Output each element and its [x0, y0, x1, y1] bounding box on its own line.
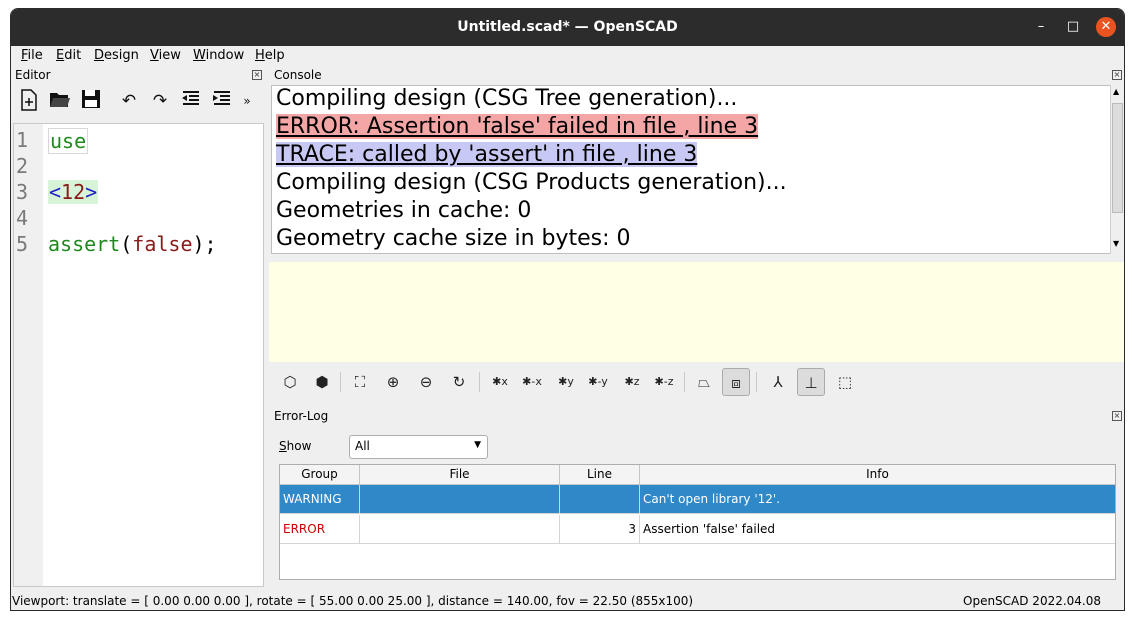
view-all-icon[interactable]: ⛶ [346, 368, 374, 396]
console-close-icon[interactable]: × [1112, 70, 1122, 80]
line-number: 4 [16, 206, 29, 230]
show-filter-select[interactable]: All ▼ [349, 435, 488, 459]
back-view-icon[interactable]: ✱-z [650, 368, 678, 396]
console-trace-line[interactable]: TRACE: called by 'assert' in file , line… [276, 142, 698, 167]
menu-bar: File Edit Design View Window Help [11, 46, 1124, 66]
render-icon[interactable]: ⬢ [308, 368, 336, 396]
line-number: 1 [16, 128, 29, 152]
console-title: Console [274, 68, 322, 82]
zoom-out-icon[interactable]: ⊖ [412, 368, 440, 396]
reset-view-icon[interactable]: ↻ [445, 368, 473, 396]
line-number: 2 [16, 154, 29, 178]
window-title: Untitled.scad* — OpenSCAD [457, 19, 678, 35]
title-bar[interactable]: Untitled.scad* — OpenSCAD – □ ✕ [11, 9, 1124, 46]
line-number: 5 [16, 232, 29, 256]
column-header-info[interactable]: Info [640, 465, 1115, 485]
error-log-close-icon[interactable]: × [1112, 411, 1122, 421]
code-line: <12> [48, 180, 99, 204]
console-line: Geometries in cache: 0 [276, 198, 532, 223]
axes-icon[interactable]: ⅄ [764, 368, 792, 396]
column-header-file[interactable]: File [360, 465, 560, 485]
code-line: use [48, 128, 89, 154]
undo-icon[interactable]: ↶ [117, 89, 141, 113]
preview-icon[interactable]: ⬡ [276, 368, 304, 396]
maximize-button[interactable]: □ [1063, 17, 1083, 37]
cell-line: 3 [560, 515, 640, 544]
main-window: Untitled.scad* — OpenSCAD – □ ✕ File Edi… [10, 8, 1125, 611]
open-file-icon[interactable] [48, 89, 72, 113]
console-line: Compiling design (CSG Products generatio… [276, 170, 787, 195]
cell-info: Assertion 'false' failed [643, 522, 776, 536]
editor-title: Editor [15, 68, 51, 82]
viewport-status: Viewport: translate = [ 0.00 0.00 0.00 ]… [12, 594, 694, 608]
perspective-icon[interactable]: ⏢ [690, 368, 718, 396]
line-number: 3 [16, 180, 29, 204]
line-number-gutter: 1 2 3 4 5 [14, 124, 43, 586]
front-view-icon[interactable]: ✱z [618, 368, 646, 396]
indent-icon[interactable] [210, 89, 234, 113]
scroll-down-icon[interactable]: ▼ [1113, 239, 1119, 248]
console-line: Geometry cache size in bytes: 0 [276, 226, 631, 251]
save-icon[interactable] [79, 89, 103, 113]
console-line: Compiling design (CSG Tree generation)..… [276, 86, 738, 111]
scroll-up-icon[interactable]: ▲ [1113, 87, 1119, 96]
unindent-icon[interactable] [179, 89, 203, 113]
console-scrollbar[interactable]: ▲ ▼ [1110, 85, 1124, 254]
new-file-icon[interactable] [17, 89, 41, 113]
orthogonal-icon[interactable]: ⧈ [722, 368, 750, 396]
cell-line [560, 485, 640, 514]
console-output[interactable]: Compiling design (CSG Tree generation)..… [271, 85, 1115, 254]
view-toolbar: ⬡ ⬢ ⛶ ⊕ ⊖ ↻ ✱x ✱-x ✱y ✱-y ✱z ✱-z ⏢ ⧈ ⅄ ⊥… [276, 368, 896, 398]
code-line: assert(false); [48, 232, 217, 256]
menu-file[interactable]: File [21, 48, 43, 63]
chevron-down-icon: ▼ [474, 440, 481, 450]
column-header-group[interactable]: Group [280, 465, 360, 485]
scroll-thumb[interactable] [1112, 103, 1123, 213]
menu-view[interactable]: View [150, 48, 181, 63]
toolbar-separator [340, 372, 341, 392]
show-label: Show [279, 439, 312, 453]
edges-icon[interactable]: ⬚ [831, 368, 859, 396]
menu-window[interactable]: Window [193, 48, 244, 63]
code-editor[interactable]: 1 2 3 4 5 use <12> assert(false); [13, 123, 264, 587]
redo-icon[interactable]: ↷ [148, 89, 172, 113]
editor-close-icon[interactable]: × [252, 70, 262, 80]
zoom-in-icon[interactable]: ⊕ [379, 368, 407, 396]
toolbar-separator [756, 372, 757, 392]
more-icon[interactable]: » [239, 89, 255, 113]
right-view-icon[interactable]: ✱x [486, 368, 514, 396]
error-log-table[interactable]: Group File Line Info WARNING Can't open … [279, 464, 1116, 580]
version-label: OpenSCAD 2022.04.08 [963, 594, 1102, 608]
console-error-line[interactable]: ERROR: Assertion 'false' failed in file … [276, 114, 759, 139]
cell-info: Can't open library '12'. [643, 492, 781, 506]
minimize-button[interactable]: – [1031, 17, 1051, 37]
show-filter-value: All [355, 439, 370, 453]
bottom-view-icon[interactable]: ✱-y [584, 368, 612, 396]
left-view-icon[interactable]: ✱-x [518, 368, 546, 396]
top-view-icon[interactable]: ✱y [552, 368, 580, 396]
column-header-line[interactable]: Line [560, 465, 640, 485]
toolbar-separator [684, 372, 685, 392]
error-log-title: Error-Log [274, 409, 329, 423]
table-row[interactable]: ERROR 3 Assertion 'false' failed [280, 515, 1115, 544]
cell-file [360, 515, 560, 544]
cell-file [360, 485, 560, 514]
menu-edit[interactable]: Edit [56, 48, 81, 63]
scale-markers-icon[interactable]: ⊥ [797, 368, 825, 396]
cell-group: ERROR [280, 515, 360, 544]
table-row[interactable]: WARNING Can't open library '12'. [280, 485, 1115, 514]
toolbar-separator [479, 372, 480, 392]
close-button[interactable]: ✕ [1096, 17, 1116, 37]
menu-help[interactable]: Help [255, 48, 285, 63]
cell-group: WARNING [280, 485, 360, 514]
3d-viewport[interactable] [269, 262, 1124, 362]
status-bar: Viewport: translate = [ 0.00 0.00 0.00 ]… [11, 591, 1124, 610]
menu-design[interactable]: Design [94, 48, 139, 63]
